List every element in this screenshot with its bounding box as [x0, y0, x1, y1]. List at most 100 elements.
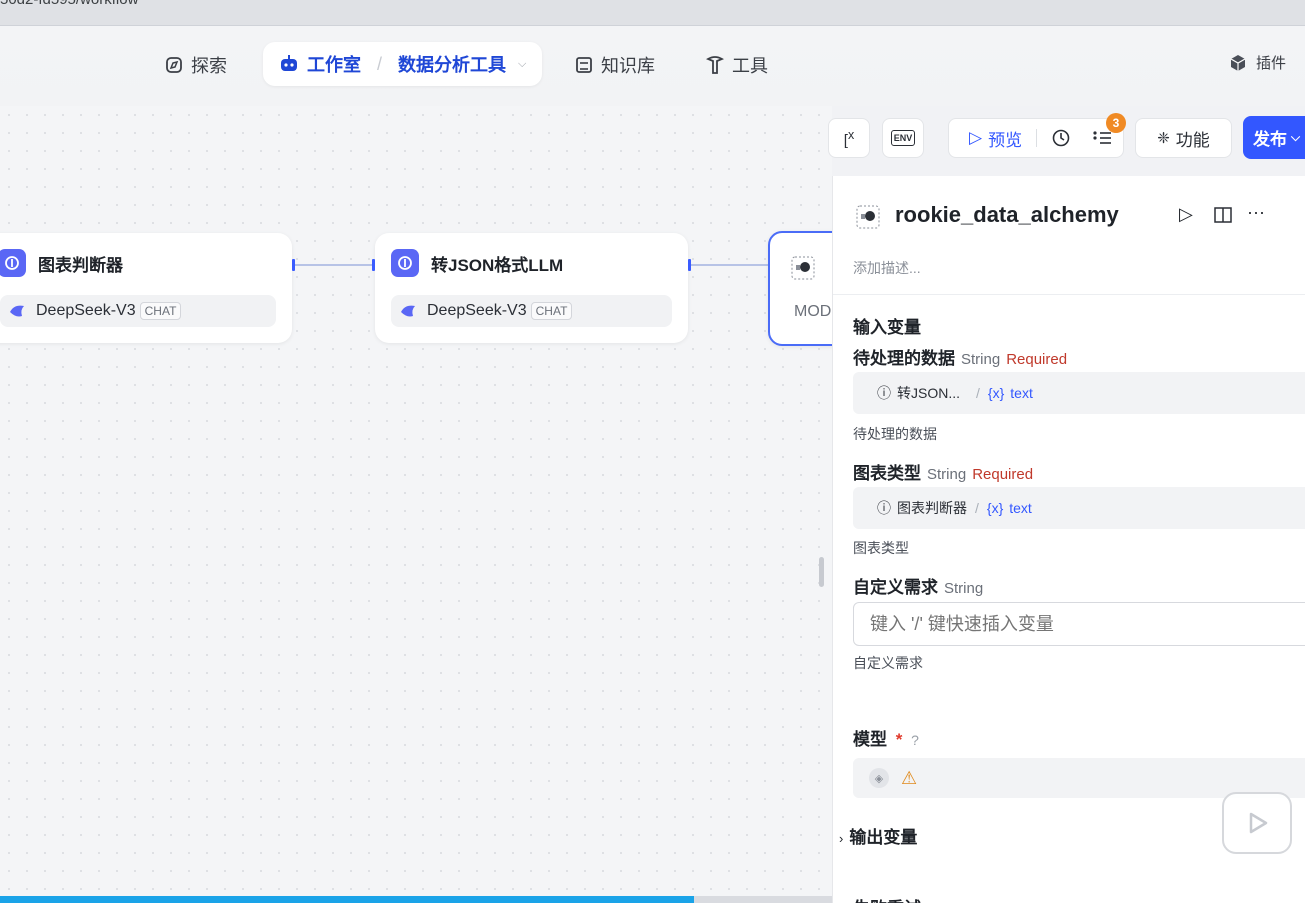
nav-studio-label[interactable]: 工作室 [307, 51, 361, 77]
deepseek-icon [401, 305, 415, 317]
ref-separator: / [976, 385, 980, 401]
llm-node-icon [391, 249, 419, 277]
field-required: Required [972, 466, 1034, 483]
llm-node-icon: ⓘ [877, 500, 891, 516]
chevron-down-icon: ⌵ [1291, 130, 1301, 144]
warning-icon: ⚠ [901, 767, 918, 788]
play-icon[interactable]: ▷ [969, 128, 982, 148]
workflow-node[interactable]: 转JSON格式LLM DeepSeek-V3 CHAT [375, 233, 688, 343]
nav-knowledge-label: 知识库 [601, 56, 655, 76]
help-icon[interactable]: ? [911, 732, 919, 748]
run-icon[interactable]: ▷ [1179, 204, 1193, 225]
field-label: 图表类型 String Required [853, 459, 1033, 484]
node-model-row[interactable]: DeepSeek-V3 CHAT [0, 295, 276, 327]
browser-url-bar[interactable]: 50d2-fd595/workflow [0, 0, 1305, 26]
plugin-node-icon [856, 205, 880, 229]
video-progress-fill [0, 896, 695, 903]
field-label: 待处理的数据 String Required [853, 344, 1067, 369]
edge-line [295, 264, 373, 266]
node-output-port[interactable] [292, 259, 295, 271]
node-title: 转JSON格式LLM [431, 255, 564, 275]
nav-tools[interactable]: 工具 [706, 52, 768, 78]
chevron-right-icon: › [839, 831, 844, 846]
nav-studio-breadcrumb[interactable]: 工作室 / 数据分析工具 ⌵ [263, 42, 542, 86]
workflow-node[interactable]: 图表判断器 DeepSeek-V3 CHAT [0, 233, 292, 343]
tools-icon [706, 56, 724, 74]
features-icon: ❈ [1157, 130, 1170, 147]
model-heading: 模型 [853, 730, 887, 749]
features-button[interactable]: ❈ 功能 [1135, 118, 1232, 158]
custom-requirement-input[interactable] [853, 602, 1305, 646]
node-model-name: MOD [794, 303, 832, 320]
field-hint: 待处理的数据 [853, 426, 937, 442]
notification-badge: 3 [1106, 113, 1126, 133]
more-icon[interactable]: ··· [1247, 202, 1265, 223]
variable-icon: [x [843, 127, 855, 149]
ref-node-name: 图表判断器 [897, 500, 967, 516]
node-title: 图表判断器 [38, 255, 123, 275]
nav-tools-label: 工具 [732, 56, 768, 76]
description-input[interactable]: 添加描述... [853, 258, 921, 278]
nav-project-label[interactable]: 数据分析工具 [398, 51, 506, 77]
env-icon: ENV [890, 130, 916, 146]
node-input-port[interactable] [372, 259, 375, 271]
model-type-chip: CHAT [139, 302, 182, 320]
outputs-heading: 输出变量 [849, 828, 918, 847]
model-label: 模型 * ? [853, 725, 919, 750]
variable-icon: {x} [987, 385, 1005, 401]
retry-heading: 失败重试 [853, 894, 921, 903]
field-name: 待处理的数据 [853, 349, 955, 368]
required-mark: * [895, 730, 903, 749]
robot-icon [281, 55, 297, 71]
panel-divider [833, 294, 1305, 295]
features-label: 功能 [1175, 130, 1210, 150]
nav-explore[interactable]: 探索 [165, 52, 227, 78]
publish-label: 发布 [1253, 130, 1287, 149]
explore-icon [166, 57, 182, 73]
edge-line [691, 264, 771, 266]
panel-title[interactable]: rookie_data_alchemy [895, 202, 1119, 228]
deepseek-icon [10, 305, 24, 317]
field-hint: 图表类型 [853, 540, 909, 556]
node-output-port[interactable] [688, 259, 691, 271]
play-icon [1249, 812, 1268, 834]
history-icon[interactable] [1051, 128, 1071, 148]
node-model-name: DeepSeek-V3 [36, 302, 136, 319]
field-name: 图表类型 [853, 464, 921, 483]
book-open-icon[interactable] [1213, 206, 1233, 224]
field-type: String [927, 466, 967, 483]
field-name: 自定义需求 [853, 578, 938, 597]
preview-group: ▷ 预览 [948, 118, 1124, 158]
variable-icon: {x} [986, 500, 1004, 516]
field-type: String [961, 351, 1001, 368]
variable-button[interactable]: [x [828, 118, 870, 158]
nav-plugins[interactable]: 插件 [1228, 52, 1286, 73]
ref-variable-name: text [1010, 385, 1033, 401]
variable-reference-field[interactable]: ⓘ 图表判断器 / {x} text [853, 487, 1305, 529]
node-model-name: DeepSeek-V3 [427, 302, 527, 319]
publish-button[interactable]: 发布 ⌵ [1243, 116, 1305, 159]
preview-button[interactable]: 预览 [988, 126, 1022, 151]
field-type: String [944, 580, 984, 597]
nav-knowledge[interactable]: 知识库 [575, 52, 655, 78]
workflow-canvas[interactable] [0, 106, 832, 903]
book-icon [576, 57, 592, 73]
node-model-row[interactable]: DeepSeek-V3 CHAT [391, 295, 672, 327]
field-hint: 自定义需求 [853, 655, 923, 671]
nav-plugins-label: 插件 [1256, 55, 1287, 72]
ref-variable-name: text [1009, 500, 1032, 516]
field-label: 自定义需求 String [853, 573, 983, 598]
plugin-node-icon [791, 256, 815, 280]
top-navigation: 探索 工作室 / 数据分析工具 ⌵ 知识库 工具 插件 [0, 26, 1305, 106]
outputs-toggle[interactable]: › 输出变量 [839, 823, 917, 848]
video-play-button[interactable] [1222, 792, 1292, 854]
model-type-chip: CHAT [530, 302, 573, 320]
env-button[interactable]: ENV [882, 118, 924, 158]
variable-reference-field[interactable]: ⓘ 转JSON... / {x} text [853, 372, 1305, 414]
chevron-down-icon[interactable]: ⌵ [518, 58, 526, 71]
panel-resize-handle[interactable] [819, 557, 824, 587]
nav-explore-label: 探索 [191, 56, 227, 76]
inputs-heading: 输入变量 [853, 318, 921, 337]
ref-separator: / [975, 500, 979, 516]
breadcrumb-separator: / [377, 53, 383, 74]
